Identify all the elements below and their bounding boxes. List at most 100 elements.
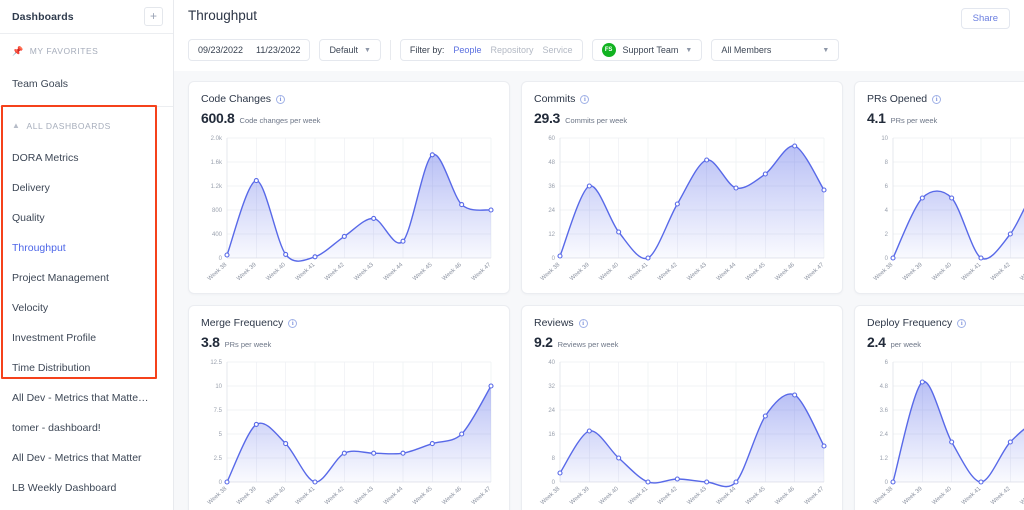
svg-text:2: 2 (885, 232, 889, 238)
svg-text:Week 45: Week 45 (412, 486, 434, 507)
kpi-unit: per week (890, 340, 921, 349)
svg-text:16: 16 (548, 432, 555, 438)
svg-text:2.0k: 2.0k (211, 136, 223, 142)
svg-text:Week 39: Week 39 (902, 262, 924, 283)
chevron-up-icon: ▲ (12, 120, 21, 130)
svg-text:36: 36 (548, 184, 555, 190)
chart: 0 2.5 5 7.5 10 12.5 Week 38 Week 39 Week 40 Week … (201, 356, 497, 510)
svg-text:Week 43: Week 43 (686, 262, 708, 283)
svg-text:Week 46: Week 46 (774, 262, 796, 283)
svg-text:40: 40 (548, 360, 555, 366)
svg-text:Week 43: Week 43 (1019, 486, 1024, 507)
kpi-block: 600.8 Code changes per week (201, 110, 497, 126)
kpi-block: 3.8 PRs per week (201, 334, 497, 350)
all-dashboards-section-label: ALL DASHBOARDS (26, 121, 111, 131)
filter-option-people[interactable]: People (453, 45, 481, 55)
svg-text:Week 39: Week 39 (902, 486, 924, 507)
chart: 0 400 800 1.2k 1.6k 2.0k Week 38 Week 39 Week 40… (201, 132, 497, 292)
metric-card: Commits i 29.3 Commits per week 0 12 24 36 48 60 W… (521, 81, 843, 294)
sidebar-title: Dashboards (12, 10, 74, 23)
svg-text:0: 0 (552, 480, 556, 486)
sidebar: Dashboards + 📌 MY FAVORITES Team Goals ▲… (0, 0, 174, 510)
all-dashboards-list: DORA Metrics Delivery Quality Throughput Pro… (0, 143, 173, 503)
svg-text:Week 40: Week 40 (598, 486, 620, 507)
sidebar-item-all-dev-metrics-that-matter[interactable]: All Dev - Metrics that Matter (0, 443, 173, 473)
svg-text:10: 10 (881, 136, 888, 142)
sidebar-item-project-management[interactable]: Project Management (0, 263, 173, 293)
filter-by-label: Filter by: (409, 45, 445, 55)
metric-card: Deploy Frequency i 2.4 per week 0 1.2 2.4 3.6 4.… (854, 305, 1024, 510)
svg-text:4.8: 4.8 (880, 384, 889, 390)
kpi-block: 9.2 Reviews per week (534, 334, 830, 350)
metric-card: Reviews i 9.2 Reviews per week 0 8 16 24 32 40 Wee… (521, 305, 843, 510)
svg-text:Week 46: Week 46 (441, 486, 463, 507)
svg-text:6: 6 (885, 184, 889, 190)
metric-card: Code Changes i 600.8 Code changes per week 0… (188, 81, 510, 294)
kpi-unit: Reviews per week (557, 340, 619, 349)
sidebar-item-throughput[interactable]: Throughput (0, 233, 173, 263)
info-icon[interactable]: i (957, 318, 967, 328)
svg-text:8: 8 (552, 456, 556, 462)
svg-text:60: 60 (548, 136, 555, 142)
sidebar-item-quality[interactable]: Quality (0, 203, 173, 233)
main-content: Throughput Share 09/23/2022 11/23/2022 D… (174, 0, 1024, 510)
info-icon[interactable]: i (932, 94, 942, 104)
add-dashboard-button[interactable]: + (144, 7, 163, 26)
info-icon[interactable]: i (276, 94, 286, 104)
chart: 0 1.2 2.4 3.6 4.8 6 Week 38 Week 39 Week 40 Week … (867, 356, 1024, 510)
svg-text:Week 44: Week 44 (383, 486, 405, 507)
sidebar-item-delivery[interactable]: Delivery (0, 173, 173, 203)
svg-text:Week 41: Week 41 (295, 262, 317, 283)
svg-text:Week 38: Week 38 (207, 262, 229, 283)
sidebar-item-dora-metrics[interactable]: DORA Metrics (0, 143, 173, 173)
svg-text:12: 12 (548, 232, 555, 238)
preset-select[interactable]: Default ▼ (319, 39, 381, 61)
svg-text:5: 5 (219, 432, 223, 438)
kpi-unit: Commits per week (565, 116, 628, 125)
svg-text:Week 45: Week 45 (412, 262, 434, 283)
filter-option-repository[interactable]: Repository (490, 45, 533, 55)
favorites-section-header[interactable]: 📌 MY FAVORITES (0, 34, 173, 68)
filter-option-service[interactable]: Service (542, 45, 572, 55)
svg-text:Week 42: Week 42 (990, 486, 1012, 507)
svg-text:Week 39: Week 39 (236, 262, 258, 283)
all-dashboards-section: ▲ ALL DASHBOARDS DORA Metrics Delivery Qua… (0, 107, 173, 503)
sidebar-item-tomer-dashboard[interactable]: tomer - dashboard! (0, 413, 173, 443)
dashboard-grid: Code Changes i 600.8 Code changes per week 0… (174, 71, 1024, 510)
info-icon[interactable]: i (288, 318, 298, 328)
svg-text:Week 44: Week 44 (383, 262, 405, 283)
sidebar-item-team-goals[interactable]: Team Goals (0, 68, 173, 100)
svg-text:Week 41: Week 41 (628, 486, 650, 507)
chart: 0 2 4 6 8 10 Week 38 Week 39 Week 40 Week 41 Week … (867, 132, 1024, 292)
svg-text:4: 4 (885, 208, 889, 214)
svg-text:Week 40: Week 40 (931, 262, 953, 283)
sidebar-item-all-dev-metrics-that-matte[interactable]: All Dev - Metrics that Matte… (0, 383, 173, 413)
members-label: All Members (721, 45, 772, 55)
chart: 0 12 24 36 48 60 Week 38 Week 39 Week 40 Week 41 W… (534, 132, 830, 292)
kpi-value: 4.1 (867, 110, 886, 126)
kpi-block: 29.3 Commits per week (534, 110, 830, 126)
sidebar-item-investment-profile[interactable]: Investment Profile (0, 323, 173, 353)
app-root: Dashboards + 📌 MY FAVORITES Team Goals ▲… (0, 0, 1024, 510)
share-button[interactable]: Share (960, 8, 1010, 29)
svg-text:24: 24 (548, 408, 555, 414)
card-header: PRs Opened i (867, 93, 1024, 105)
team-select[interactable]: FS Support Team ▼ (591, 39, 703, 61)
svg-text:0: 0 (219, 256, 223, 262)
info-icon[interactable]: i (580, 94, 590, 104)
info-icon[interactable]: i (578, 318, 588, 328)
filter-by-group: Filter by: People Repository Service (399, 39, 583, 61)
svg-text:Week 40: Week 40 (598, 262, 620, 283)
svg-text:1.2: 1.2 (880, 456, 889, 462)
svg-text:8: 8 (885, 160, 889, 166)
date-range-input[interactable]: 09/23/2022 11/23/2022 (188, 39, 311, 61)
sidebar-item-time-distribution[interactable]: Time Distribution (0, 353, 173, 383)
svg-text:1.6k: 1.6k (211, 160, 223, 166)
sidebar-item-lb-weekly-dashboard[interactable]: LB Weekly Dashboard (0, 473, 173, 503)
members-select[interactable]: All Members ▼ (711, 39, 840, 61)
all-dashboards-section-header[interactable]: ▲ ALL DASHBOARDS (0, 109, 173, 143)
svg-text:Week 41: Week 41 (628, 262, 650, 283)
sidebar-item-velocity[interactable]: Velocity (0, 293, 173, 323)
svg-text:0: 0 (885, 256, 889, 262)
svg-text:7.5: 7.5 (214, 408, 223, 414)
